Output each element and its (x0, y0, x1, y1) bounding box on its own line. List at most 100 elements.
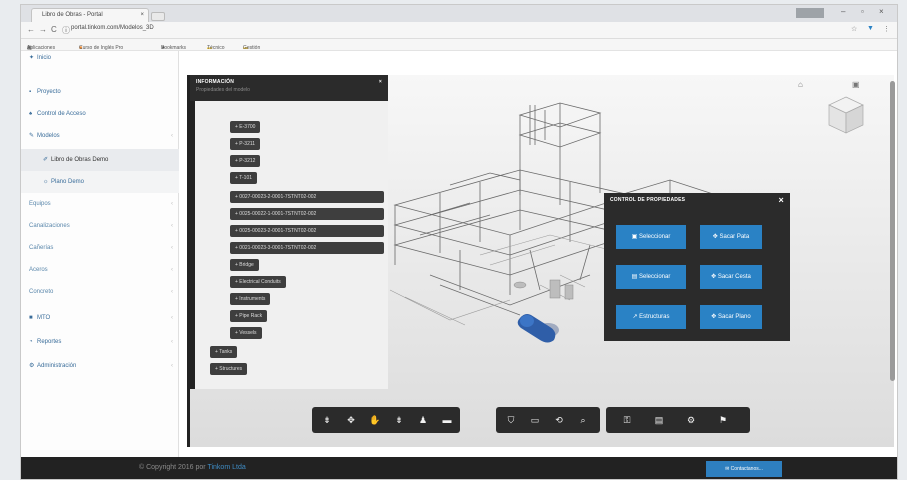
chevron-left-icon: ‹ (171, 289, 173, 295)
back-icon[interactable]: ← (27, 25, 35, 34)
navigation-toolbar: ⇟ ✥ ✋ ⇟ ♟ ▬ (312, 407, 460, 433)
walk-icon[interactable]: ♟ (412, 407, 434, 433)
sidebar-item-equipos[interactable]: Equipos ‹ (21, 193, 179, 215)
zoom-window-icon[interactable]: ⇟ (316, 407, 338, 433)
site-info-icon[interactable]: ⓘ (62, 25, 70, 36)
model-browser-icon[interactable]: ⚿ (612, 407, 642, 433)
sidebar-item-canerias[interactable]: Cañerías ‹ (21, 237, 179, 259)
tree-node[interactable]: + Structures (210, 363, 248, 375)
tab-title: Libro de Obras - Portal (42, 12, 103, 18)
url-field[interactable]: portal.tinkom.com/Modelos_3D (71, 25, 154, 31)
flag-icon[interactable]: ⚑ (708, 407, 738, 433)
tree-node[interactable]: + 0021-00023-3-0001-7STNT02-002 (230, 242, 384, 254)
chevron-left-icon: ‹ (171, 133, 173, 139)
main-content: ⌂ ▣ INFORMACIÓN × Propiedades del modelo… (179, 51, 897, 457)
wrench-icon: ✎ (29, 133, 35, 139)
sidebar-item-proyecto[interactable]: ▪ Proyecto (21, 81, 179, 103)
control-panel-header: CONTROL DE PROPIEDADES × (604, 193, 790, 208)
forward-icon[interactable]: → (39, 25, 47, 34)
company-link[interactable]: Tinkom Ltda (207, 464, 245, 471)
sidebar-item-administracion[interactable]: ⚙ Administración ‹ (21, 355, 179, 377)
select-piping-button[interactable]: ▣ Seleccionar (616, 225, 686, 249)
tree-node[interactable]: + Tanks (210, 346, 238, 358)
select-icon: ▣ (631, 234, 638, 240)
tree-node[interactable]: + 0025-00022-1-0001-7STNT02-002 (230, 208, 384, 220)
bookmarks-bar: ▦ Aplicaciones ■ Curso de Inglés Pro ★ B… (21, 39, 897, 51)
reload-icon[interactable]: C (51, 25, 57, 34)
pan-icon[interactable]: ✥ (340, 407, 362, 433)
sidebar-item-plano-demo[interactable]: ☼ Plano Demo (21, 171, 179, 193)
users-icon: ♠ (29, 111, 33, 117)
close-window-icon[interactable]: × (879, 7, 884, 16)
sidebar-item-aceros[interactable]: Aceros ‹ (21, 259, 179, 281)
browser-tab[interactable]: Libro de Obras - Portal × (31, 8, 149, 22)
sidebar-item-control-acceso[interactable]: ♠ Control de Acceso (21, 103, 179, 125)
tree-node[interactable]: + Pipe Rack (230, 310, 268, 322)
search-icon[interactable]: ⌕ (572, 407, 594, 433)
sidebar: ✦ Inicio ▪ Proyecto ♠ Control de Acceso ✎ Mo… (21, 51, 179, 457)
footer: © Copyright 2016 por Tinkom Ltda ✉ Conta… (21, 457, 897, 479)
info-panel-header: INFORMACIÓN × Propiedades del modelo (190, 75, 388, 101)
zoom-icon[interactable]: ⇟ (388, 407, 410, 433)
vessel-icon[interactable] (517, 314, 559, 343)
close-icon[interactable]: × (373, 75, 388, 90)
gear-icon: ⚙ (29, 363, 35, 369)
home-view-icon[interactable]: ⌂ (798, 80, 803, 89)
control-panel: CONTROL DE PROPIEDADES × ▣ Seleccionar ✥… (604, 193, 790, 341)
tree-node[interactable]: + Instruments (230, 293, 271, 305)
move-icon: ✥ (711, 314, 717, 320)
close-icon[interactable]: × (779, 193, 784, 208)
model-tree: + E-3700 + P-3211 + P-3212 + T-101 + 002… (190, 101, 388, 389)
tree-node[interactable]: + P-3211 (230, 138, 261, 150)
sidebar-item-concreto[interactable]: Concreto ‹ (21, 281, 179, 303)
camera-icon[interactable]: ▣ (852, 80, 860, 89)
hide-plane-button[interactable]: ✥ Sacar Plano (700, 305, 762, 329)
tree-node[interactable]: + P-3212 (230, 155, 261, 167)
star-icon[interactable]: ☆ (851, 25, 857, 33)
browser-window: Libro de Obras - Portal × – ▫ × ← → C ⓘ … (20, 4, 898, 480)
chevron-left-icon: ‹ (171, 339, 173, 345)
sidebar-item-canalizaciones[interactable]: Canalizaciones ‹ (21, 215, 179, 237)
select-trays-button[interactable]: ▤ Seleccionar (616, 265, 686, 289)
view-cube[interactable] (825, 91, 867, 141)
pencil-icon: ✐ (43, 157, 49, 163)
tree-node[interactable]: + 0025-00023-2-0001-7STNT02-002 (230, 225, 384, 237)
sidebar-item-modelos[interactable]: ✎ Modelos ‹ (21, 125, 179, 147)
sidebar-item-reportes[interactable]: ◔ Reportes ‹ (21, 331, 179, 353)
tree-node[interactable]: + Bridge (230, 259, 259, 271)
page-scrollbar[interactable] (890, 81, 895, 381)
hand-icon[interactable]: ✋ (364, 407, 386, 433)
extension-icon[interactable]: ▼ (867, 25, 874, 32)
properties-icon[interactable]: ▤ (644, 407, 674, 433)
tree-node[interactable]: + T-101 (230, 172, 258, 184)
camera-icon[interactable]: ▬ (436, 407, 458, 433)
tree-node[interactable]: + Electrical Conduits (230, 276, 286, 288)
copyright-text: © Copyright 2016 por Tinkom Ltda (139, 464, 246, 471)
maximize-icon[interactable]: ▫ (861, 7, 864, 16)
explode-icon[interactable]: ⟲ (548, 407, 570, 433)
measure-icon[interactable]: ▭ (524, 407, 546, 433)
tree-rail (190, 101, 195, 389)
tree-node[interactable]: + 0027-00023-2-0001-7STNT02-002 (230, 191, 384, 203)
structures-button[interactable]: ↗ Estructuras (616, 305, 686, 329)
minimize-icon[interactable]: – (841, 7, 845, 16)
settings-icon[interactable]: ⚙ (676, 407, 706, 433)
menu-icon[interactable]: ⋮ (883, 25, 890, 33)
info-panel-subtitle: Propiedades del modelo (196, 87, 250, 93)
hide-trays-button[interactable]: ✥ Sacar Cesta (700, 265, 762, 289)
sidebar-item-libro-obras[interactable]: ✐ Libro de Obras Demo (21, 149, 179, 171)
contact-button[interactable]: ✉ Contactanos... (706, 461, 782, 477)
chevron-left-icon: ‹ (171, 201, 173, 207)
model-viewer[interactable]: ⌂ ▣ INFORMACIÓN × Propiedades del modelo… (187, 75, 894, 447)
tree-node[interactable]: + Vessels (230, 327, 262, 339)
tab-close-icon[interactable]: × (140, 9, 144, 22)
section-icon[interactable]: ⛉ (500, 407, 522, 433)
sidebar-item-inicio[interactable]: ✦ Inicio (21, 51, 179, 65)
profile-button[interactable] (796, 8, 824, 18)
sidebar-item-mto[interactable]: ■ MTO ‹ (21, 307, 179, 329)
new-tab-button[interactable] (151, 12, 165, 21)
hide-piping-button[interactable]: ✥ Sacar Pata (700, 225, 762, 249)
tree-node[interactable]: + E-3700 (230, 121, 261, 133)
pencil-icon: ↗ (632, 314, 638, 320)
chevron-left-icon: ‹ (171, 223, 173, 229)
